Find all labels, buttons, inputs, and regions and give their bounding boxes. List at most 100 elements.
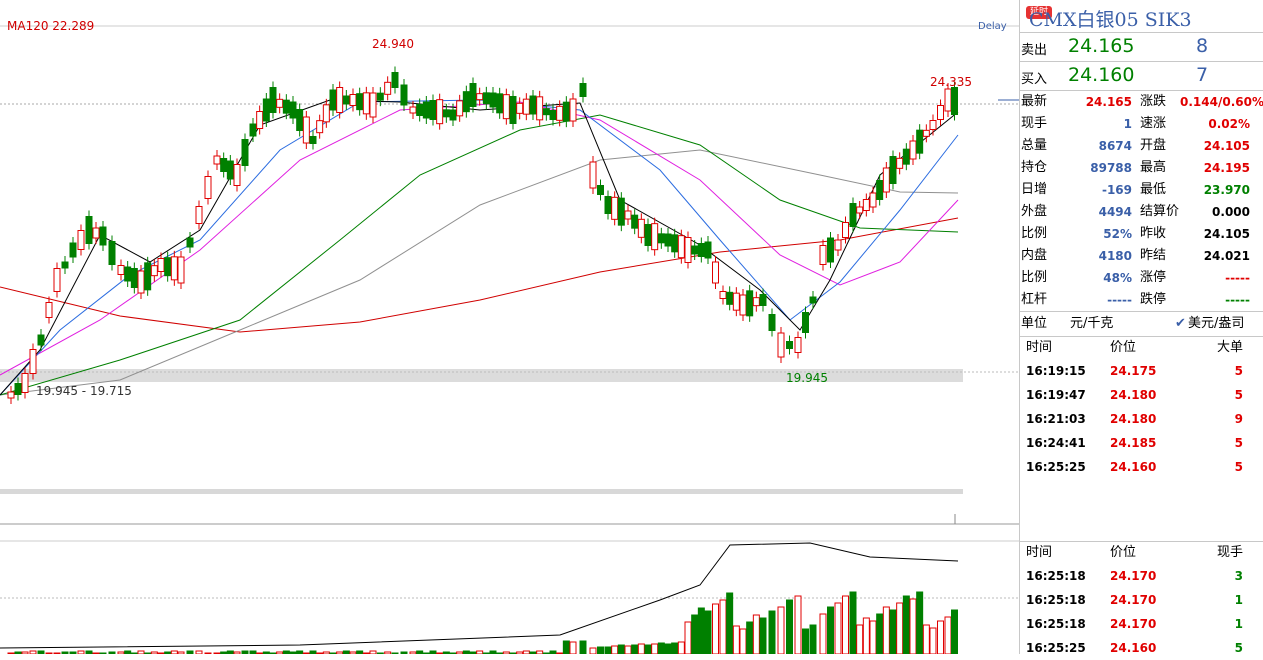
volume-bar [752, 614, 760, 654]
big-trades-table: 时间 价位 大单 16:19:15 24.175 5 16:19:47 24.180 5 16:2… [1020, 337, 1263, 479]
trade-price: 24.180 [1110, 412, 1157, 426]
stat-label: 最高 [1140, 160, 1167, 175]
candle [391, 72, 399, 88]
volume-bar [889, 609, 897, 654]
volume-bar [777, 606, 785, 654]
stat-label: 日增 [1021, 182, 1048, 197]
buy-label: 买入 [1021, 72, 1048, 87]
table-row: 16:25:25 24.160 5 [1020, 636, 1263, 660]
trade-time: 16:19:15 [1026, 364, 1086, 378]
candle [516, 102, 524, 114]
volume-bar [786, 599, 793, 654]
candle [7, 391, 15, 399]
stat-label: 比例 [1021, 270, 1048, 285]
stat-value: ----- [1225, 271, 1250, 285]
candle [617, 197, 625, 226]
volume-bar [732, 625, 740, 654]
volume-bar [869, 620, 877, 654]
sell-price: 24.165 [1068, 35, 1135, 57]
candle [449, 109, 457, 121]
candle [489, 92, 497, 108]
candle [589, 161, 597, 189]
candle [549, 110, 557, 120]
trade-time: 16:25:18 [1026, 617, 1086, 631]
stat-value: 0.000 [1212, 205, 1250, 219]
delay-indicator: Delay [978, 21, 1007, 32]
volume-bar [916, 591, 924, 654]
volume-bar [896, 602, 904, 654]
stat-value: ----- [1225, 293, 1250, 307]
candle [256, 111, 264, 129]
candle [677, 235, 685, 259]
trade-qty: 5 [1234, 388, 1243, 402]
volume-bar [842, 595, 849, 654]
table-row: 16:25:18 24.170 1 [1020, 588, 1263, 612]
volume-bar [819, 613, 827, 654]
candle [37, 334, 45, 346]
volume-bar [611, 645, 619, 654]
kline-chart-area[interactable]: 24.940 24.335 19.945 19.945 - 19.715 MA1… [0, 0, 1020, 654]
table-row: 16:25:18 24.170 1 [1020, 612, 1263, 636]
trade-time: 16:21:03 [1026, 412, 1086, 426]
candle [342, 95, 350, 105]
stat-value: -169 [1101, 183, 1132, 197]
candle [768, 314, 776, 331]
check-icon: ✔ [1175, 316, 1186, 331]
volume-bar [834, 602, 842, 654]
candle [916, 129, 924, 154]
candle [529, 95, 537, 115]
range-label: 19.945 - 19.715 [36, 384, 132, 398]
candle [876, 180, 884, 200]
volume-bar [909, 598, 917, 654]
candle [309, 136, 317, 144]
candle [597, 185, 604, 195]
candle [29, 349, 37, 374]
volume-bar [651, 643, 659, 654]
candle [269, 87, 277, 113]
candle [322, 104, 330, 123]
trade-price: 24.170 [1110, 617, 1157, 631]
stat-value: 24.021 [1203, 249, 1250, 263]
trade-qty: 9 [1234, 412, 1243, 426]
candle [213, 155, 221, 165]
volume-bar [809, 624, 817, 654]
table-row: 16:21:03 24.180 9 [1020, 407, 1263, 431]
candle [296, 109, 304, 131]
stat-value: 48% [1103, 271, 1132, 285]
kline-chart[interactable]: 24.940 24.335 19.945 19.945 - 19.715 [0, 0, 1019, 654]
volume-bar [876, 613, 884, 654]
trade-price: 24.185 [1110, 436, 1157, 450]
candle [542, 108, 550, 116]
candle [937, 105, 944, 120]
trades-table: 时间 价位 现手 16:25:18 24.170 3 16:25:18 24.170 1 16:2… [1020, 542, 1263, 660]
candle [536, 96, 544, 121]
stat-label: 内盘 [1021, 248, 1048, 263]
alt-unit-option[interactable]: 美元/盎司 [1188, 312, 1244, 336]
candle [195, 206, 203, 224]
candle [631, 214, 639, 229]
stat-label: 昨结 [1140, 248, 1167, 263]
candle [862, 199, 870, 211]
unit-row: 单位 元/千克 ✔ 美元/盎司 [1020, 312, 1263, 337]
volume-bar [677, 641, 685, 654]
buy-price: 24.160 [1068, 64, 1135, 86]
volume-bar [937, 620, 944, 654]
candle [384, 81, 392, 95]
volume-bar [794, 595, 802, 654]
stats-grid: 最新 24.165 涨跌 0.144/0.60% 现手 1 速涨 0.02% 总量 8674 开盘 2… [1020, 91, 1263, 312]
candle [137, 270, 145, 294]
candle [651, 223, 659, 251]
unit-value[interactable]: 元/千克 [1070, 312, 1113, 336]
candle [819, 245, 827, 265]
candle [249, 123, 257, 137]
volume-bar [849, 591, 857, 654]
unit-label: 单位 [1021, 316, 1048, 331]
candle [902, 148, 910, 165]
volume-bar [644, 644, 652, 654]
stat-label: 最新 [1021, 94, 1048, 109]
candle [809, 296, 817, 304]
stat-value: 24.105 [1203, 227, 1250, 241]
column-header: 价位 [1110, 340, 1137, 355]
volume-bar [712, 603, 719, 654]
candle [896, 157, 904, 169]
